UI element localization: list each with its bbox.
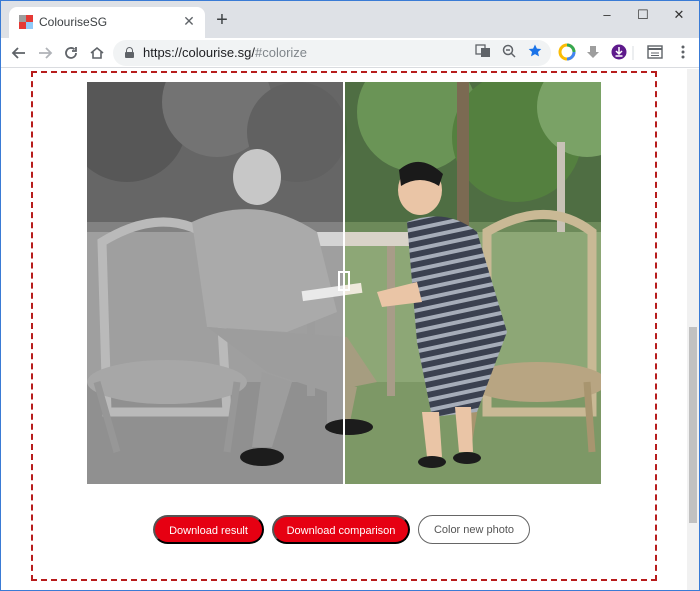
maximize-button[interactable]: ☐	[623, 5, 663, 25]
home-icon[interactable]	[87, 43, 107, 63]
url-text: https://colourise.sg/#colorize	[143, 45, 308, 60]
comparison-photo[interactable]	[87, 82, 601, 484]
extension-download-icon[interactable]	[583, 43, 603, 63]
page-content: Download result Download comparison Colo…	[1, 69, 687, 590]
browser-tab[interactable]: ColouriseSG ✕	[9, 7, 205, 38]
download-circle-icon[interactable]	[609, 43, 629, 63]
browser-toolbar: https://colourise.sg/#colorize	[1, 38, 699, 68]
zoom-icon[interactable]	[499, 43, 519, 63]
reload-icon[interactable]	[61, 43, 81, 63]
lock-icon[interactable]	[125, 47, 134, 58]
extension-window-icon[interactable]	[645, 43, 665, 63]
tab-strip: ColouriseSG ✕ + – ☐ ✕	[1, 1, 699, 38]
translate-icon[interactable]	[473, 43, 493, 63]
address-bar[interactable]: https://colourise.sg/#colorize	[113, 40, 551, 66]
close-window-button[interactable]: ✕	[659, 5, 699, 25]
minimize-button[interactable]: –	[587, 5, 627, 25]
forward-arrow-icon[interactable]	[35, 43, 55, 63]
new-tab-button[interactable]: +	[213, 10, 231, 30]
browser-window: ColouriseSG ✕ + – ☐ ✕ https://colourise.…	[0, 0, 700, 591]
page-scrollbar[interactable]	[687, 69, 699, 590]
tab-close-icon[interactable]: ✕	[181, 13, 197, 29]
extension-colorful-icon[interactable]	[557, 43, 577, 63]
colourise-favicon-icon	[19, 15, 33, 29]
menu-kebab-icon[interactable]	[673, 43, 693, 63]
back-arrow-icon[interactable]	[9, 43, 29, 63]
tab-title: ColouriseSG	[39, 15, 108, 29]
bookmark-star-icon[interactable]	[525, 43, 545, 63]
scrollbar-thumb[interactable]	[689, 327, 697, 523]
toolbar-divider	[629, 43, 637, 63]
color-new-photo-button[interactable]: Color new photo	[418, 515, 530, 544]
download-result-button[interactable]: Download result	[153, 515, 264, 544]
download-comparison-button[interactable]: Download comparison	[272, 515, 410, 544]
